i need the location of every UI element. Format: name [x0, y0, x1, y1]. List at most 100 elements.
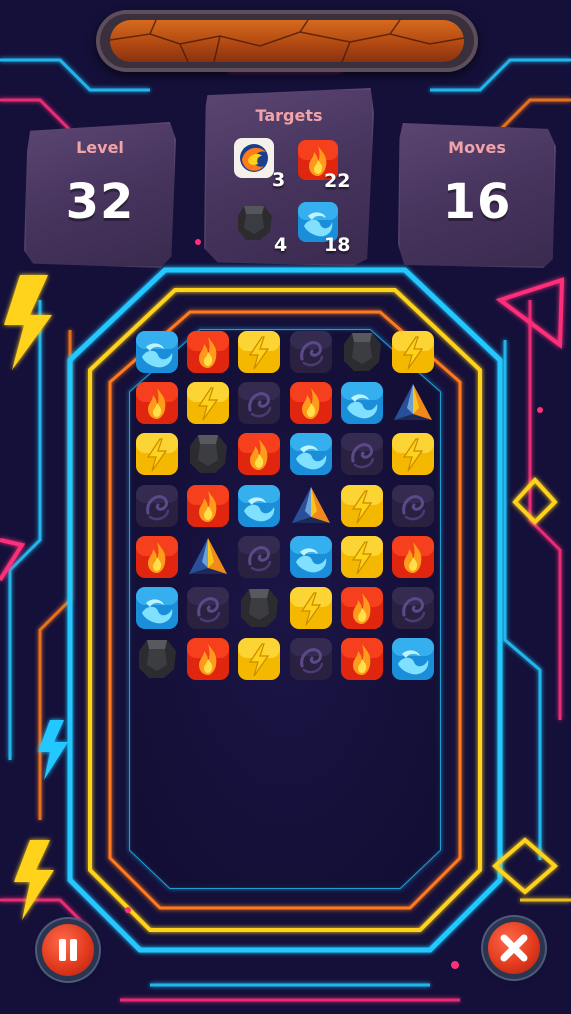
stone-gem-icon — [238, 206, 272, 240]
water-gem-icon — [290, 433, 332, 475]
water-gem-tile[interactable] — [288, 534, 334, 580]
lightning-gem-tile[interactable] — [236, 636, 282, 682]
water-gem-icon — [341, 382, 383, 424]
dark-gem-tile[interactable] — [288, 636, 334, 682]
lightning-gem-icon — [341, 485, 383, 527]
target-fire-gem-count: 22 — [324, 170, 351, 192]
water-gem-icon — [136, 331, 178, 373]
dark-gem-tile[interactable] — [288, 329, 334, 375]
targets-label: Targets — [255, 106, 323, 125]
moves-panel: Moves 16 — [398, 122, 556, 268]
pyramid-gem-tile[interactable] — [185, 534, 231, 580]
fire-gem-icon — [187, 331, 229, 373]
level-value: 32 — [65, 174, 135, 230]
fire-gem-tile[interactable] — [185, 636, 231, 682]
targets-panel: Targets 3 22 4 18 — [204, 88, 374, 266]
water-gem-tile[interactable] — [390, 636, 436, 682]
target-water-gem: 18 — [296, 200, 372, 260]
dark-gem-icon — [136, 485, 178, 527]
pyramid-gem-tile[interactable] — [288, 483, 334, 529]
dark-gem-tile[interactable] — [339, 431, 385, 477]
stone-gem-tile[interactable] — [185, 431, 231, 477]
lightning-gem-tile[interactable] — [236, 329, 282, 375]
fire-gem-tile[interactable] — [339, 636, 385, 682]
stone-gem-tile[interactable] — [134, 636, 180, 682]
stone-gem-icon — [241, 589, 278, 627]
target-water-gem-count: 18 — [324, 234, 351, 256]
fire-gem-icon — [136, 536, 178, 578]
pause-icon — [59, 939, 77, 961]
fire-orb-icon — [234, 138, 274, 178]
dark-gem-tile[interactable] — [134, 483, 180, 529]
fire-gem-icon — [187, 638, 229, 680]
lightning-gem-tile[interactable] — [134, 431, 180, 477]
dark-gem-icon — [392, 587, 434, 629]
stone-gem-icon — [344, 333, 381, 371]
level-panel: Level 32 — [24, 122, 176, 268]
fire-gem-icon — [290, 382, 332, 424]
fire-gem-icon — [238, 433, 280, 475]
lightning-gem-icon — [392, 433, 434, 475]
game-board — [134, 329, 440, 687]
lightning-gem-icon — [136, 433, 178, 475]
stone-gem-icon — [190, 435, 227, 473]
lightning-gem-icon — [290, 587, 332, 629]
water-gem-tile[interactable] — [236, 483, 282, 529]
fire-gem-tile[interactable] — [185, 329, 231, 375]
lightning-gem-icon — [392, 331, 434, 373]
water-gem-tile[interactable] — [134, 585, 180, 631]
dark-gem-tile[interactable] — [390, 483, 436, 529]
fire-gem-icon — [341, 587, 383, 629]
stone-gem-tile[interactable] — [236, 585, 282, 631]
lightning-gem-icon — [238, 638, 280, 680]
water-gem-tile[interactable] — [134, 329, 180, 375]
fire-gem-icon — [187, 485, 229, 527]
moves-label: Moves — [448, 138, 506, 157]
pyramid-gem-icon — [189, 538, 227, 574]
pause-button[interactable] — [42, 924, 94, 976]
water-gem-tile[interactable] — [339, 380, 385, 426]
water-gem-tile[interactable] — [288, 431, 334, 477]
lightning-gem-icon — [187, 382, 229, 424]
pyramid-gem-tile[interactable] — [390, 380, 436, 426]
pyramid-gem-icon — [292, 487, 330, 523]
fire-gem-tile[interactable] — [339, 585, 385, 631]
dark-gem-icon — [290, 638, 332, 680]
dark-gem-icon — [238, 382, 280, 424]
pyramid-gem-icon — [394, 384, 432, 420]
lightning-gem-tile[interactable] — [390, 329, 436, 375]
fire-gem-tile[interactable] — [134, 380, 180, 426]
lightning-gem-tile[interactable] — [185, 380, 231, 426]
lightning-gem-icon — [341, 536, 383, 578]
fire-gem-tile[interactable] — [134, 534, 180, 580]
lava-progress-bar — [96, 10, 478, 72]
close-button[interactable] — [488, 922, 540, 974]
dark-gem-tile[interactable] — [185, 585, 231, 631]
water-gem-icon — [136, 587, 178, 629]
lava-fill — [110, 20, 464, 62]
lightning-gem-tile[interactable] — [339, 534, 385, 580]
fire-gem-tile[interactable] — [390, 534, 436, 580]
close-icon — [500, 934, 528, 962]
water-gem-icon — [290, 536, 332, 578]
water-gem-icon — [238, 485, 280, 527]
level-label: Level — [76, 138, 124, 157]
dark-gem-tile[interactable] — [390, 585, 436, 631]
stone-gem-tile[interactable] — [339, 329, 385, 375]
lightning-gem-tile[interactable] — [339, 483, 385, 529]
dark-gem-tile[interactable] — [236, 534, 282, 580]
lightning-gem-tile[interactable] — [288, 585, 334, 631]
target-fire-gem: 22 — [296, 138, 372, 198]
stone-gem-icon — [139, 640, 176, 678]
dark-gem-icon — [392, 485, 434, 527]
lightning-gem-icon — [238, 331, 280, 373]
fire-gem-tile[interactable] — [236, 431, 282, 477]
fire-gem-tile[interactable] — [288, 380, 334, 426]
dark-gem-tile[interactable] — [236, 380, 282, 426]
fire-gem-icon — [136, 382, 178, 424]
fire-gem-icon — [341, 638, 383, 680]
moves-value: 16 — [442, 174, 512, 230]
fire-gem-tile[interactable] — [185, 483, 231, 529]
dark-gem-icon — [238, 536, 280, 578]
lightning-gem-tile[interactable] — [390, 431, 436, 477]
